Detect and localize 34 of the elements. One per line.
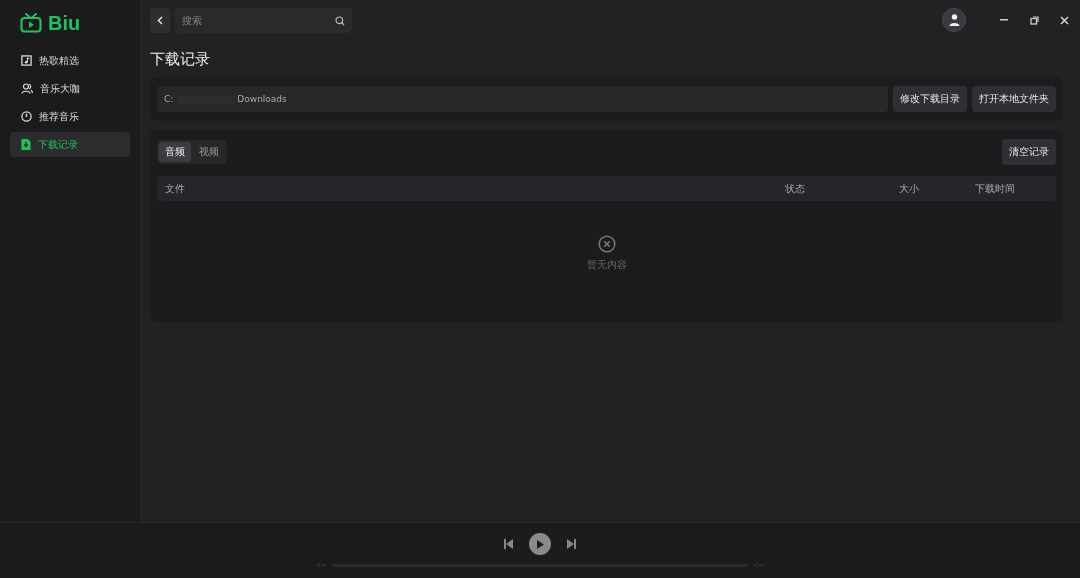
column-header: 状态 — [785, 181, 806, 196]
music-note-icon — [21, 55, 32, 66]
column-header: 下载时间 — [975, 181, 1016, 196]
download-file-icon — [21, 139, 31, 150]
empty-message: 暂无内容 — [586, 258, 627, 272]
clear-button[interactable]: 清空记录 — [1002, 139, 1056, 165]
back-button[interactable] — [150, 8, 170, 33]
column-header: 文件 — [165, 181, 186, 196]
sidebar-item[interactable]: 热歌精选 — [10, 48, 130, 73]
tab[interactable]: 视频 — [193, 142, 225, 162]
page-title: 下载记录 — [150, 50, 211, 68]
directory-button[interactable]: 修改下载目录 — [893, 86, 967, 112]
sidebar-item[interactable]: 推荐音乐 — [10, 104, 130, 129]
avatar[interactable] — [942, 8, 966, 32]
path-field[interactable]: C: Downloads — [157, 86, 888, 112]
close-icon[interactable] — [1058, 14, 1070, 26]
app-name: Biu — [48, 11, 81, 35]
play-icon — [536, 539, 544, 549]
disc-icon — [21, 111, 32, 122]
play-button[interactable] — [529, 533, 551, 555]
directory-button[interactable]: 打开本地文件夹 — [972, 86, 1056, 112]
tab[interactable]: 音频 — [159, 142, 191, 162]
search-icon — [335, 16, 345, 26]
sidebar-item[interactable]: 音乐大咖 — [10, 76, 130, 101]
close-circle-icon — [597, 235, 616, 253]
users-icon — [21, 83, 33, 94]
restore-icon[interactable] — [1028, 14, 1040, 26]
search-field[interactable]: 搜索 — [175, 8, 352, 33]
previous-icon[interactable] — [504, 539, 513, 549]
chevron-left-icon — [157, 16, 163, 25]
column-header: 大小 — [899, 181, 920, 196]
sidebar-item[interactable]: 下载记录 — [10, 132, 130, 157]
next-icon[interactable] — [567, 539, 576, 549]
tv-logo-icon — [20, 13, 42, 33]
